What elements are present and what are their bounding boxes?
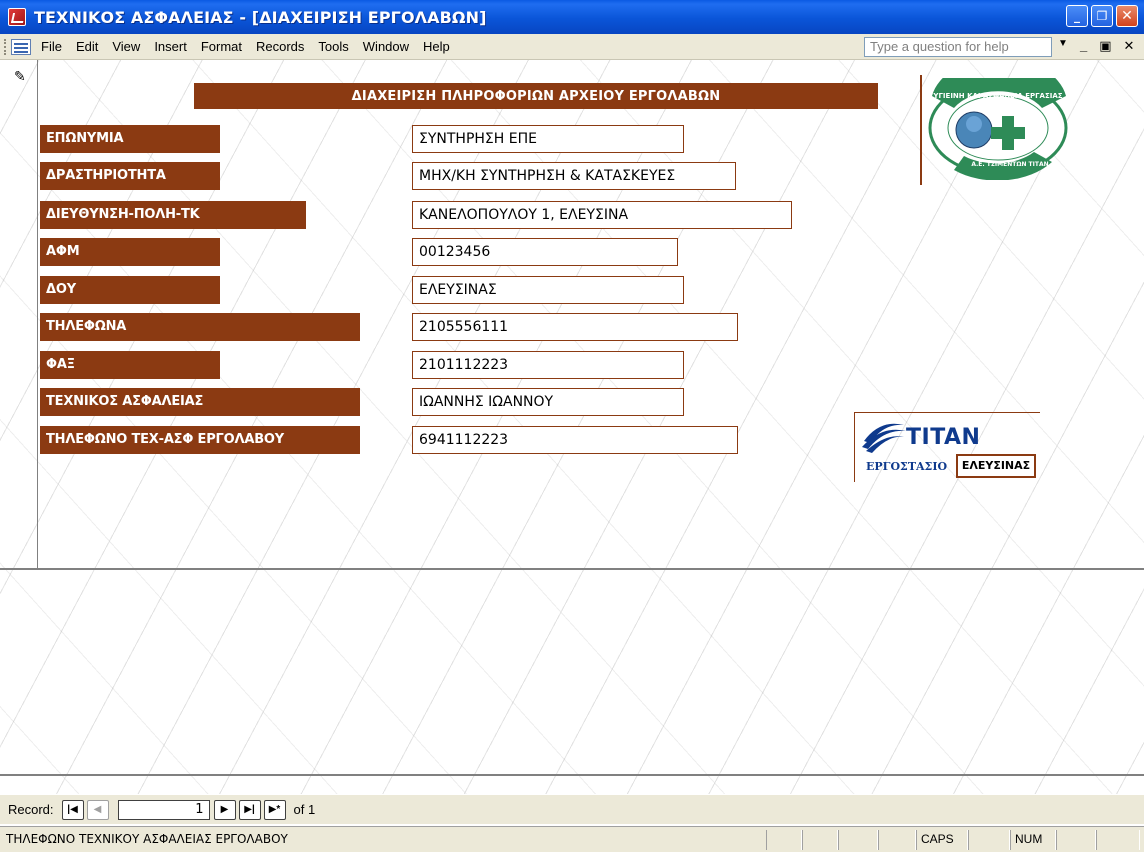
menu-bar: File Edit View Insert Format Records Too… bbox=[0, 34, 1144, 60]
form-window-icon[interactable] bbox=[11, 38, 31, 55]
address-field[interactable]: ΚΑΝΕΛΟΠΟΥΛΟΥ 1, ΕΛΕΥΣΙΝΑ bbox=[412, 201, 792, 229]
label-address: ΔΙΕΥΘΥΝΣΗ-ΠΟΛΗ-ΤΚ bbox=[40, 201, 306, 229]
footer-section-divider bbox=[0, 774, 1144, 776]
label-phones: ΤΗΛΕΦΩΝΑ bbox=[40, 313, 360, 341]
status-cell bbox=[766, 830, 802, 850]
previous-record-button[interactable]: ◀ bbox=[86, 799, 109, 820]
status-cell bbox=[968, 830, 1010, 850]
window-controls: _ ❐ ✕ bbox=[1066, 5, 1138, 27]
mdi-minimize-button[interactable]: _ bbox=[1080, 38, 1087, 54]
last-record-button[interactable]: ▶| bbox=[238, 799, 261, 820]
menu-view[interactable]: View bbox=[112, 39, 140, 54]
record-number-input[interactable]: 1 bbox=[117, 799, 210, 820]
menu-records[interactable]: Records bbox=[256, 39, 304, 54]
mdi-restore-button[interactable]: ▣ bbox=[1099, 38, 1111, 54]
num-indicator: NUM bbox=[1010, 830, 1056, 850]
safety-logo-icon: ΥΓΙΕΙΝΗ ΚΑΙ ΑΣΦΑΛΕΙΑ ΕΡΓΑΣΙΑΣ Α.Ε. ΤΣΙΜΕ… bbox=[928, 78, 1068, 180]
record-count: of 1 bbox=[293, 802, 316, 817]
doy-field[interactable]: ΕΛΕΥΣΙΝΑΣ bbox=[412, 276, 684, 304]
logo-separator bbox=[920, 75, 922, 185]
titan-box-top-border bbox=[854, 412, 1040, 413]
afm-field[interactable]: 00123456 bbox=[412, 238, 678, 266]
menu-file[interactable]: File bbox=[41, 39, 62, 54]
menu-grip[interactable] bbox=[4, 38, 7, 55]
menu-window[interactable]: Window bbox=[363, 39, 409, 54]
status-cell bbox=[878, 830, 916, 850]
factory-field[interactable]: ΕΛΕΥΣΙΝΑΣ bbox=[956, 454, 1036, 478]
pencil-icon: ✎ bbox=[14, 68, 26, 84]
menu-format[interactable]: Format bbox=[201, 39, 242, 54]
label-afm: ΑΦΜ bbox=[40, 238, 220, 266]
phones-field[interactable]: 2105556111 bbox=[412, 313, 738, 341]
label-doy: ΔΟΥ bbox=[40, 276, 220, 304]
record-label: Record: bbox=[8, 802, 54, 817]
company-name-field[interactable]: ΣΥΝΤΗΡΗΣΗ ΕΠΕ bbox=[412, 125, 684, 153]
record-navigation-bar: Record: |◀ ◀ 1 ▶ ▶| ▶* of 1 bbox=[0, 794, 1144, 824]
restore-button[interactable]: ❐ bbox=[1091, 5, 1113, 27]
record-selector[interactable]: ✎ bbox=[0, 60, 38, 568]
help-dropdown-icon[interactable]: ▼ bbox=[1058, 38, 1068, 49]
safety-logo-text: ΥΓΙΕΙΝΗ ΚΑΙ ΑΣΦΑΛΕΙΑ ΕΡΓΑΣΙΑΣ bbox=[932, 92, 1062, 100]
access-app-icon[interactable] bbox=[8, 8, 26, 26]
menu-tools[interactable]: Tools bbox=[318, 39, 348, 54]
menu-edit[interactable]: Edit bbox=[76, 39, 98, 54]
window-title-bar: ΤΕΧΝΙΚΟΣ ΑΣΦΑΛΕΙΑΣ - [ΔΙΑΧΕΙΡΙΣΗ ΕΡΓΟΛΑΒ… bbox=[0, 0, 1144, 34]
label-safety-technician: ΤΕΧΝΙΚΟΣ ΑΣΦΑΛΕΙΑΣ bbox=[40, 388, 360, 416]
status-cell bbox=[838, 830, 878, 850]
help-search-input[interactable]: Type a question for help bbox=[864, 37, 1052, 57]
menu-help[interactable]: Help bbox=[423, 39, 450, 54]
close-button[interactable]: ✕ bbox=[1116, 5, 1138, 27]
status-cell bbox=[1056, 830, 1096, 850]
new-record-button[interactable]: ▶* bbox=[263, 799, 286, 820]
titan-box-left-border bbox=[854, 412, 855, 482]
status-text: ΤΗΛΕΦΩΝΟ ΤΕΧΝΙΚΟΥ ΑΣΦΑΛΕΙΑΣ ΕΡΓΟΛΑΒΟΥ bbox=[6, 832, 288, 846]
label-technician-phone: ΤΗΛΕΦΩΝΟ ΤΕΧ-ΑΣΦ ΕΡΓΟΛΑΒΟΥ bbox=[40, 426, 360, 454]
technician-phone-field[interactable]: 6941112223 bbox=[412, 426, 738, 454]
factory-label: ΕΡΓΟΣΤΑΣΙΟ bbox=[866, 460, 948, 473]
form-header-title: ΔΙΑΧΕΙΡΙΣΗ ΠΛΗΡΟΦΟΡΙΩΝ ΑΡΧΕΙΟΥ ΕΡΓΟΛΑΒΩΝ bbox=[194, 83, 878, 109]
caps-indicator: CAPS bbox=[916, 830, 968, 850]
status-bar: ΤΗΛΕΦΩΝΟ ΤΕΧΝΙΚΟΥ ΑΣΦΑΛΕΙΑΣ ΕΡΓΟΛΑΒΟΥ CA… bbox=[0, 826, 1144, 852]
label-fax: ΦΑΞ bbox=[40, 351, 220, 379]
label-company-name: ΕΠΩΝΥΜΙΑ bbox=[40, 125, 220, 153]
status-cell bbox=[802, 830, 838, 850]
fax-field[interactable]: 2101112223 bbox=[412, 351, 684, 379]
first-record-button[interactable]: |◀ bbox=[61, 799, 84, 820]
status-cell bbox=[1096, 830, 1140, 850]
safety-logo-subtext: Α.Ε. ΤΣΙΜΕΝΤΩΝ ΤΙΤΑΝ bbox=[971, 161, 1048, 168]
form-body: ✎ ΔΙΑΧΕΙΡΙΣΗ ΠΛΗΡΟΦΟΡΙΩΝ ΑΡΧΕΙΟΥ ΕΡΓΟΛΑΒ… bbox=[0, 60, 1144, 794]
minimize-button[interactable]: _ bbox=[1066, 5, 1088, 27]
detail-section-divider bbox=[0, 568, 1144, 570]
mdi-controls: _ ▣ ✕ bbox=[1080, 38, 1134, 54]
titan-brand-name: TITAN bbox=[906, 425, 981, 450]
activity-field[interactable]: ΜΗΧ/ΚΗ ΣΥΝΤΗΡΗΣΗ & ΚΑΤΑΣΚΕΥΕΣ bbox=[412, 162, 736, 190]
mdi-close-button[interactable]: ✕ bbox=[1124, 38, 1135, 54]
window-title: ΤΕΧΝΙΚΟΣ ΑΣΦΑΛΕΙΑΣ - [ΔΙΑΧΕΙΡΙΣΗ ΕΡΓΟΛΑΒ… bbox=[34, 7, 487, 27]
menu-insert[interactable]: Insert bbox=[154, 39, 187, 54]
safety-technician-field[interactable]: ΙΩΑΝΝΗΣ ΙΩΑΝΝΟΥ bbox=[412, 388, 684, 416]
label-activity: ΔΡΑΣΤΗΡΙΟΤΗΤΑ bbox=[40, 162, 220, 190]
next-record-button[interactable]: ▶ bbox=[213, 799, 236, 820]
